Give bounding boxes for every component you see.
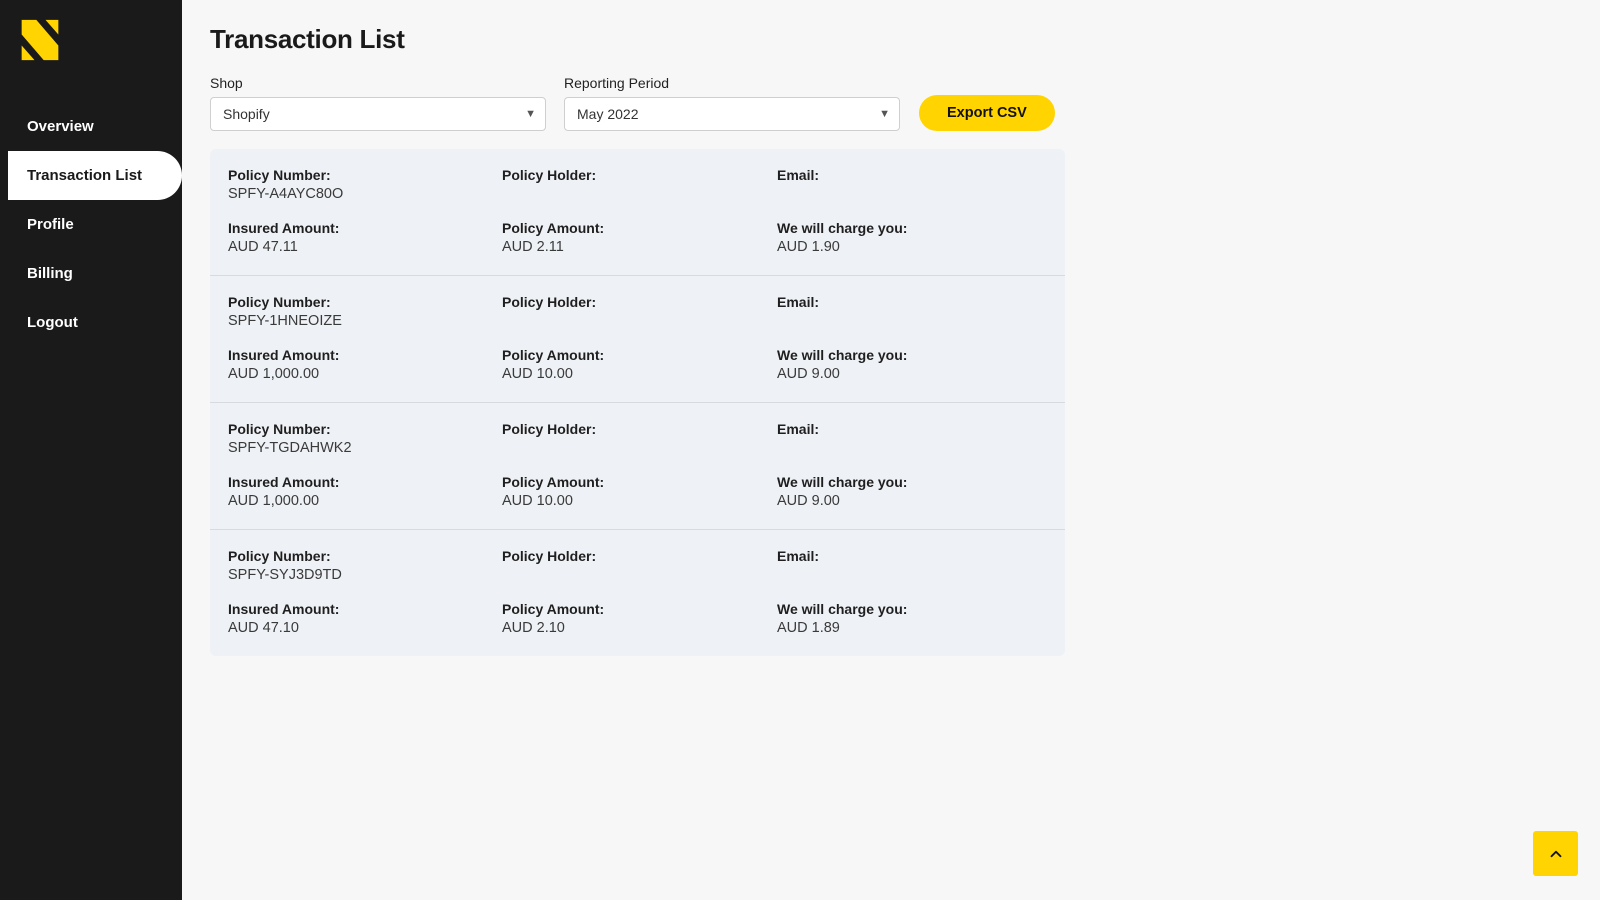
col-policy-number-label: Policy Number:	[228, 167, 502, 183]
col-charge-value: AUD 1.90	[777, 239, 1047, 255]
chevron-up-icon	[1547, 845, 1565, 863]
col-policy-number-label: Policy Number:	[228, 421, 502, 437]
col-policy-amount-label: Policy Amount:	[502, 220, 777, 236]
transaction-card: Policy Number: SPFY-TGDAHWK2 Policy Hold…	[210, 403, 1065, 530]
col-policy-number-label: Policy Number:	[228, 294, 502, 310]
col-charge-value: AUD 1.89	[777, 620, 1047, 636]
filter-period: Reporting Period May 2022 ▼	[564, 75, 900, 131]
transaction-list: Policy Number: SPFY-A4AYC80O Policy Hold…	[210, 149, 1065, 656]
sidebar-item-billing[interactable]: Billing	[0, 249, 182, 298]
sidebar-item-logout[interactable]: Logout	[0, 298, 182, 347]
col-policy-holder-label: Policy Holder:	[502, 548, 777, 564]
page-title: Transaction List	[210, 24, 1572, 55]
transaction-card: Policy Number: SPFY-SYJ3D9TD Policy Hold…	[210, 530, 1065, 656]
col-insured-amount-value: AUD 1,000.00	[228, 493, 502, 509]
col-insured-amount-value: AUD 47.11	[228, 239, 502, 255]
col-insured-amount-value: AUD 1,000.00	[228, 366, 502, 382]
col-email-label: Email:	[777, 421, 1047, 437]
transaction-card: Policy Number: SPFY-A4AYC80O Policy Hold…	[210, 149, 1065, 276]
filters-row: Shop Shopify ▼ Reporting Period May 2022…	[210, 75, 1065, 131]
period-label: Reporting Period	[564, 75, 900, 91]
col-charge-label: We will charge you:	[777, 474, 1047, 490]
col-policy-amount-value: AUD 2.10	[502, 620, 777, 636]
col-insured-amount-label: Insured Amount:	[228, 474, 502, 490]
col-insured-amount-label: Insured Amount:	[228, 601, 502, 617]
transaction-card: Policy Number: SPFY-1HNEOIZE Policy Hold…	[210, 276, 1065, 403]
main-content: Transaction List Shop Shopify ▼ Reportin…	[182, 0, 1600, 900]
sidebar-item-overview[interactable]: Overview	[0, 102, 182, 151]
col-policy-number-value: SPFY-TGDAHWK2	[228, 440, 502, 456]
col-policy-amount-label: Policy Amount:	[502, 601, 777, 617]
sidebar-item-profile[interactable]: Profile	[0, 200, 182, 249]
brand-logo	[0, 0, 182, 102]
shop-label: Shop	[210, 75, 546, 91]
col-policy-amount-label: Policy Amount:	[502, 474, 777, 490]
sidebar: Overview Transaction List Profile Billin…	[0, 0, 182, 900]
col-policy-number-value: SPFY-1HNEOIZE	[228, 313, 502, 329]
export-csv-button[interactable]: Export CSV	[919, 95, 1055, 131]
col-charge-value: AUD 9.00	[777, 366, 1047, 382]
col-policy-holder-label: Policy Holder:	[502, 294, 777, 310]
col-policy-amount-value: AUD 2.11	[502, 239, 777, 255]
shop-select[interactable]: Shopify	[210, 97, 546, 131]
sidebar-nav: Overview Transaction List Profile Billin…	[0, 102, 182, 347]
col-policy-amount-label: Policy Amount:	[502, 347, 777, 363]
col-policy-amount-value: AUD 10.00	[502, 493, 777, 509]
col-charge-value: AUD 9.00	[777, 493, 1047, 509]
col-policy-amount-value: AUD 10.00	[502, 366, 777, 382]
col-policy-number-value: SPFY-A4AYC80O	[228, 186, 502, 202]
sidebar-item-transaction-list[interactable]: Transaction List	[8, 151, 182, 200]
col-insured-amount-label: Insured Amount:	[228, 220, 502, 236]
col-policy-number-value: SPFY-SYJ3D9TD	[228, 567, 502, 583]
col-insured-amount-value: AUD 47.10	[228, 620, 502, 636]
col-charge-label: We will charge you:	[777, 347, 1047, 363]
col-email-label: Email:	[777, 167, 1047, 183]
scroll-to-top-button[interactable]	[1533, 831, 1578, 876]
period-select[interactable]: May 2022	[564, 97, 900, 131]
col-policy-number-label: Policy Number:	[228, 548, 502, 564]
logo-icon	[18, 18, 62, 62]
col-email-label: Email:	[777, 548, 1047, 564]
col-policy-holder-label: Policy Holder:	[502, 421, 777, 437]
col-policy-holder-label: Policy Holder:	[502, 167, 777, 183]
col-insured-amount-label: Insured Amount:	[228, 347, 502, 363]
col-charge-label: We will charge you:	[777, 601, 1047, 617]
col-email-label: Email:	[777, 294, 1047, 310]
col-charge-label: We will charge you:	[777, 220, 1047, 236]
filter-shop: Shop Shopify ▼	[210, 75, 546, 131]
